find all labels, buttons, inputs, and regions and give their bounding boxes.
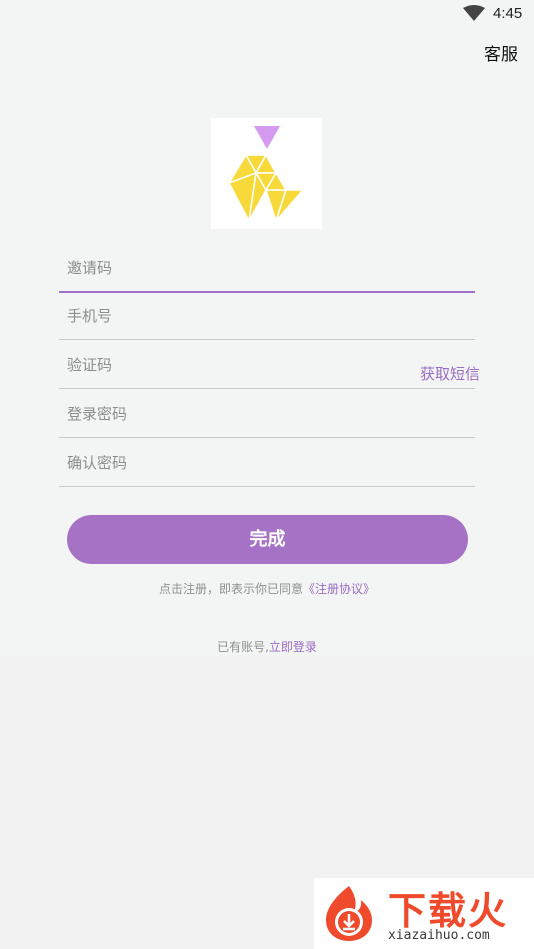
phone-input[interactable]: 手机号 (59, 299, 475, 340)
submit-button[interactable]: 完成 (67, 515, 468, 564)
login-link[interactable]: 立即登录 (269, 640, 317, 654)
phone-placeholder: 手机号 (67, 307, 113, 325)
watermark-brand: 下载火 (388, 889, 509, 933)
app-logo (211, 118, 322, 229)
login-password-input[interactable]: 登录密码 (59, 397, 475, 438)
invite-code-input[interactable]: 邀请码 (59, 251, 475, 293)
wifi-icon (463, 5, 485, 21)
verify-code-input[interactable]: 验证码 (59, 348, 475, 389)
login-prefix: 已有账号, (217, 640, 269, 654)
confirm-password-placeholder: 确认密码 (67, 454, 128, 472)
agreement-prefix: 点击注册，即表示你已同意 (158, 582, 303, 596)
invite-code-placeholder: 邀请码 (67, 259, 113, 277)
login-prompt: 已有账号,立即登录 (0, 638, 534, 655)
status-bar: 4:45 (0, 0, 534, 30)
flame-download-icon (326, 886, 372, 941)
customer-service-button[interactable]: 客服 (484, 40, 518, 65)
agreement-text: 点击注册，即表示你已同意《注册协议》 (0, 580, 534, 597)
login-password-placeholder: 登录密码 (67, 405, 128, 423)
watermark: 下载火 xiazaihuo.com (314, 878, 534, 949)
status-time: 4:45 (493, 5, 523, 22)
verify-code-placeholder: 验证码 (67, 356, 113, 374)
get-sms-button[interactable]: 获取短信 (420, 363, 480, 384)
agreement-link[interactable]: 《注册协议》 (303, 582, 375, 596)
confirm-password-input[interactable]: 确认密码 (59, 446, 475, 487)
watermark-site: xiazaihuo.com (388, 928, 490, 943)
